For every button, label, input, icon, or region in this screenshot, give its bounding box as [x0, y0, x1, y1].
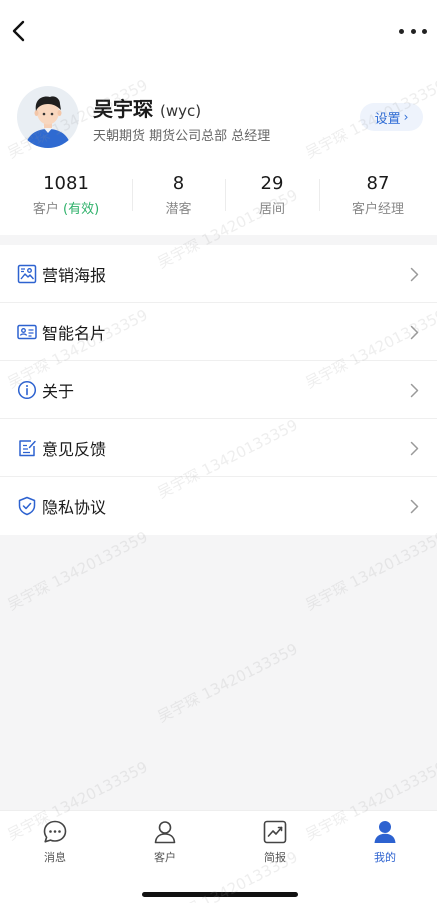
chevron-right-icon: [410, 267, 419, 282]
stat-value: 8: [172, 173, 185, 194]
avatar: [17, 86, 79, 148]
tab-label: 客户: [154, 851, 176, 864]
chevron-right-icon: [410, 441, 419, 456]
info-icon: [17, 380, 37, 399]
person-outline-icon: [154, 821, 176, 844]
tab-reports[interactable]: 简报: [245, 819, 305, 865]
stat-valid-badge: (有效): [63, 202, 100, 217]
chevron-right-icon: [410, 325, 419, 340]
chevron-right-icon: [410, 499, 419, 514]
chart-trend-icon: [263, 820, 287, 844]
stat-prospects[interactable]: 8 潜客: [132, 173, 225, 219]
home-indicator: [142, 892, 298, 897]
person-filled-icon: [374, 821, 396, 843]
stat-intermediaries[interactable]: 29 居间: [225, 173, 319, 219]
watermark: 吴宇琛 13420133359: [4, 527, 151, 615]
stat-label: 客户经理: [351, 202, 404, 217]
poster-icon: [17, 264, 37, 283]
tab-me[interactable]: 我的: [355, 819, 415, 865]
settings-button[interactable]: 设置 ›: [360, 103, 423, 131]
settings-label: 设置: [374, 111, 401, 127]
chevron-right-icon: [410, 383, 419, 398]
tab-label: 消息: [44, 851, 66, 864]
more-dots-icon[interactable]: [399, 20, 427, 42]
profile-name: 吴宇琛: [93, 97, 153, 121]
tab-label: 简报: [264, 851, 286, 864]
stat-account-managers[interactable]: 87 客户经理: [319, 173, 437, 219]
menu-item-about[interactable]: 关于: [0, 361, 437, 419]
profile-header: 吴宇琛 (wyc) 天朝期货 期货公司总部 总经理 设置 › 1081 客户 (…: [0, 0, 437, 235]
stat-value: 87: [366, 173, 390, 194]
menu-item-marketing-poster[interactable]: 营销海报: [0, 245, 437, 303]
stat-value: 29: [260, 173, 284, 194]
menu-label: 智能名片: [42, 323, 107, 343]
menu-label: 营销海报: [42, 265, 107, 285]
stat-label: 居间: [258, 202, 285, 217]
shield-check-icon: [18, 496, 36, 516]
watermark: 吴宇琛 13420133359: [302, 527, 437, 615]
feedback-edit-icon: [19, 439, 36, 456]
stat-label: 客户 (有效): [32, 202, 100, 217]
stat-label: 潜客: [165, 202, 192, 217]
profile-subtitle: 天朝期货 期货公司总部 总经理: [93, 129, 271, 144]
bottom-tab-bar: 消息 客户 简报 我的: [0, 810, 437, 903]
menu-label: 关于: [42, 381, 75, 401]
watermark: 吴宇琛 13420133359: [154, 639, 301, 727]
chat-bubble-icon: [43, 820, 67, 843]
business-card-icon: [17, 324, 37, 339]
stats-row: 1081 客户 (有效) 8 潜客 29 居间 87 客户经理: [0, 173, 437, 219]
tab-customers[interactable]: 客户: [135, 819, 195, 865]
profile-nickname: (wyc): [160, 102, 202, 120]
menu-item-smart-card[interactable]: 智能名片: [0, 303, 437, 361]
menu-label: 意见反馈: [42, 439, 107, 459]
tab-label: 我的: [374, 851, 396, 864]
chevron-right-icon: ›: [403, 110, 409, 124]
tab-messages[interactable]: 消息: [25, 819, 85, 865]
stat-value: 1081: [43, 173, 89, 194]
menu-item-privacy[interactable]: 隐私协议: [0, 477, 437, 535]
chevron-left-icon[interactable]: [8, 18, 32, 44]
profile-name-row: 吴宇琛 (wyc): [93, 93, 201, 122]
menu-list: 营销海报 智能名片 关于 意见反馈 隐私协议: [0, 245, 437, 535]
menu-item-feedback[interactable]: 意见反馈: [0, 419, 437, 477]
stat-customers[interactable]: 1081 客户 (有效): [0, 173, 132, 219]
menu-label: 隐私协议: [42, 498, 107, 517]
